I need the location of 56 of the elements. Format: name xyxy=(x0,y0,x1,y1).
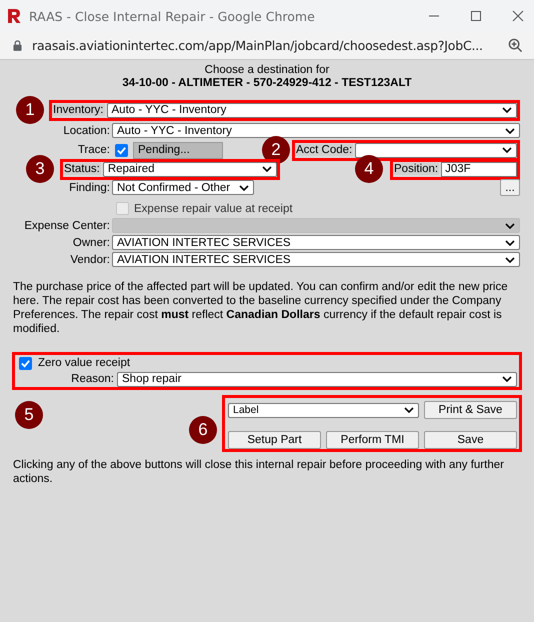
dropdown[interactable]: Label xyxy=(228,402,419,418)
field-label: Trace: xyxy=(76,144,110,156)
action-button[interactable]: Perform TMI xyxy=(326,431,419,449)
chevron-icon xyxy=(239,184,249,190)
field-label: Expense Center: xyxy=(23,220,110,232)
logo-icon xyxy=(7,8,21,24)
more-button[interactable]: ... xyxy=(500,179,520,196)
action-button[interactable]: Print & Save xyxy=(424,401,517,419)
field-label: Acct Code: xyxy=(295,144,354,156)
heading-text: Choose a destination for xyxy=(204,64,330,77)
checkbox-label: Expense repair value at receipt xyxy=(134,202,293,214)
dropdown[interactable]: Repaired xyxy=(102,162,277,176)
chevron-icon xyxy=(505,256,515,262)
action-button[interactable]: Save xyxy=(424,431,517,449)
chevron-icon xyxy=(505,240,515,246)
notice-paragraph: The purchase price of the affected part will be updated. You can confirm and/or edit the new price here. The repair cost has been converted to the baseline currency specified under the Company Preferences. The repair cost must reflect Canadian Dollars currency if the default repair cost is modified. xyxy=(13,280,509,336)
lock-icon xyxy=(13,40,22,51)
chevron-icon xyxy=(502,107,512,113)
field-label: Owner: xyxy=(72,236,110,248)
callout-badge: 6 xyxy=(189,416,217,444)
checkbox[interactable] xyxy=(115,144,128,156)
checkbox-label: Zero value receipt xyxy=(38,357,130,369)
close-icon[interactable] xyxy=(512,10,524,22)
chevron-icon xyxy=(505,128,515,134)
callout-badge: 3 xyxy=(26,155,54,183)
callout-badge: 5 xyxy=(15,401,43,429)
input-field[interactable]: J03F xyxy=(441,162,517,176)
chevron-icon xyxy=(502,376,512,382)
dropdown[interactable] xyxy=(355,142,517,158)
dropdown[interactable]: AVIATION INTERTEC SERVICES xyxy=(112,235,520,250)
action-button[interactable]: Setup Part xyxy=(228,431,321,449)
field-label: Status: xyxy=(63,163,101,175)
window-title: RAAS - Close Internal Repair - Google Chrome xyxy=(29,8,315,24)
field-label: Vendor: xyxy=(69,254,110,266)
maximize-icon[interactable] xyxy=(470,10,482,22)
checkbox[interactable] xyxy=(19,356,32,370)
callout-badge: 1 xyxy=(16,96,44,124)
field-label: Finding: xyxy=(68,182,110,194)
chevron-icon xyxy=(404,407,414,413)
dropdown[interactable]: Shop repair xyxy=(117,372,517,386)
field-label: Inventory: xyxy=(52,104,104,116)
info-text: Clicking any of the above buttons will close this internal repair before proceeding with any further actions. xyxy=(13,458,505,486)
trace-status: Pending... xyxy=(133,142,223,158)
dropdown[interactable]: Auto - YYC - Inventory xyxy=(106,102,517,118)
chevron-icon xyxy=(262,166,272,172)
dropdown[interactable]: Not Confirmed - Other xyxy=(112,180,254,195)
zoom-icon[interactable] xyxy=(508,38,523,53)
chevron-icon xyxy=(505,222,515,228)
dropdown[interactable]: Auto - YYC - Inventory xyxy=(112,123,520,138)
dropdown[interactable]: AVIATION INTERTEC SERVICES xyxy=(112,252,520,267)
callout-badge: 4 xyxy=(355,155,383,183)
field-label: Reason: xyxy=(70,373,114,385)
part-title: 34-10-00 - ALTIMETER - 570-24929-412 - TEST123ALT xyxy=(122,77,412,90)
field-label: Position: xyxy=(393,163,440,175)
field-label: Location: xyxy=(62,124,110,136)
chevron-icon xyxy=(502,147,512,153)
